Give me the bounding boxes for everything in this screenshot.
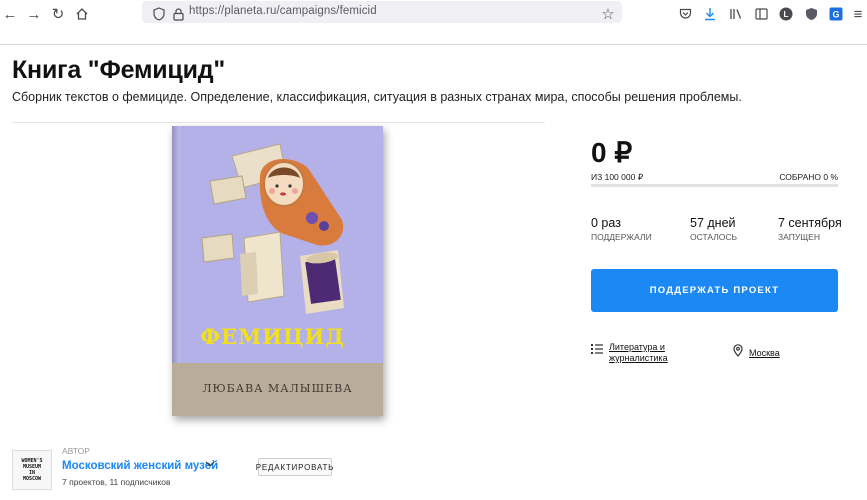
support-project-button[interactable]: ПОДДЕРЖАТЬ ПРОЕКТ xyxy=(591,269,838,312)
cover-author: ЛЮБАВА МАЛЫШЕВА xyxy=(202,382,353,395)
lock-icon[interactable] xyxy=(168,4,188,24)
stat-label: ЗАПУЩЕН xyxy=(778,232,820,242)
browser-toolbar: ← → ↻ https://planeta.ru/campaigns/femic… xyxy=(0,0,867,28)
back-arrow-icon[interactable]: ← xyxy=(0,4,20,24)
collected-percent: СОБРАНО 0 % xyxy=(779,172,838,182)
account-avatar-icon[interactable]: L xyxy=(776,4,796,24)
divider xyxy=(12,122,545,123)
chevron-down-icon[interactable] xyxy=(205,459,215,471)
pocket-icon[interactable] xyxy=(675,4,695,24)
extension-shield-icon[interactable] xyxy=(801,4,821,24)
toolbar-divider xyxy=(0,44,867,45)
category-link[interactable]: Литература и журналистика xyxy=(591,342,668,364)
book-cover-image: ФЕМИЦИД ЛЮБАВА МАЛЫШЕВА xyxy=(172,126,383,416)
map-pin-icon xyxy=(733,344,743,362)
stat-value: 57 дней xyxy=(690,216,736,230)
bookmark-star-icon[interactable]: ☆ xyxy=(598,4,618,24)
author-label: АВТОР xyxy=(62,446,90,456)
stat-launched: 7 сентября ЗАПУЩЕН xyxy=(778,216,842,242)
menu-icon[interactable]: ≡ xyxy=(848,4,867,24)
stat-label: ПОДДЕРЖАЛИ xyxy=(591,232,652,242)
library-icon[interactable] xyxy=(726,4,746,24)
category-label[interactable]: Литература и журналистика xyxy=(609,342,668,364)
location-label[interactable]: Москва xyxy=(749,348,780,358)
home-icon[interactable] xyxy=(72,4,92,24)
location-link[interactable]: Москва xyxy=(733,344,780,362)
svg-text:L: L xyxy=(784,10,789,19)
stat-label: ОСТАЛОСЬ xyxy=(690,232,738,242)
url-text[interactable]: https://planeta.ru/campaigns/femicid xyxy=(189,5,377,17)
author-avatar[interactable]: WOMEN'S MUSEUM IN MOSCOW xyxy=(12,450,52,490)
svg-text:G: G xyxy=(832,10,839,20)
author-name-link[interactable]: Московский женский музей xyxy=(62,460,218,472)
sidebar-icon[interactable] xyxy=(751,4,771,24)
stat-days-left: 57 дней ОСТАЛОСЬ xyxy=(690,216,737,242)
logo-line: MOSCOW xyxy=(22,476,42,482)
category-line-2: журналистика xyxy=(609,353,668,363)
reload-icon[interactable]: ↻ xyxy=(48,4,68,24)
cover-title: ФЕМИЦИД xyxy=(200,324,345,349)
list-icon xyxy=(591,342,603,360)
amount-raised: 0 ₽ xyxy=(591,137,633,168)
stat-backers: 0 раз ПОДДЕРЖАЛИ xyxy=(591,216,652,242)
forward-arrow-icon[interactable]: → xyxy=(24,4,44,24)
page-subtitle: Сборник текстов о фемициде. Определение,… xyxy=(12,90,742,104)
translate-icon[interactable]: G xyxy=(826,4,846,24)
funding-progress-bar xyxy=(591,184,838,187)
author-meta: 7 проектов, 11 подписчиков xyxy=(62,477,171,487)
shield-icon[interactable] xyxy=(149,4,169,24)
stat-value: 0 раз xyxy=(591,216,621,230)
page-title: Книга "Фемицид" xyxy=(12,56,226,84)
funding-goal: ИЗ 100 000 ₽ xyxy=(591,172,644,182)
edit-button[interactable]: РЕДАКТИРОВАТЬ xyxy=(256,458,333,476)
download-icon[interactable] xyxy=(700,4,720,24)
category-line-1: Литература и xyxy=(609,342,665,352)
stat-value: 7 сентября xyxy=(778,216,842,230)
